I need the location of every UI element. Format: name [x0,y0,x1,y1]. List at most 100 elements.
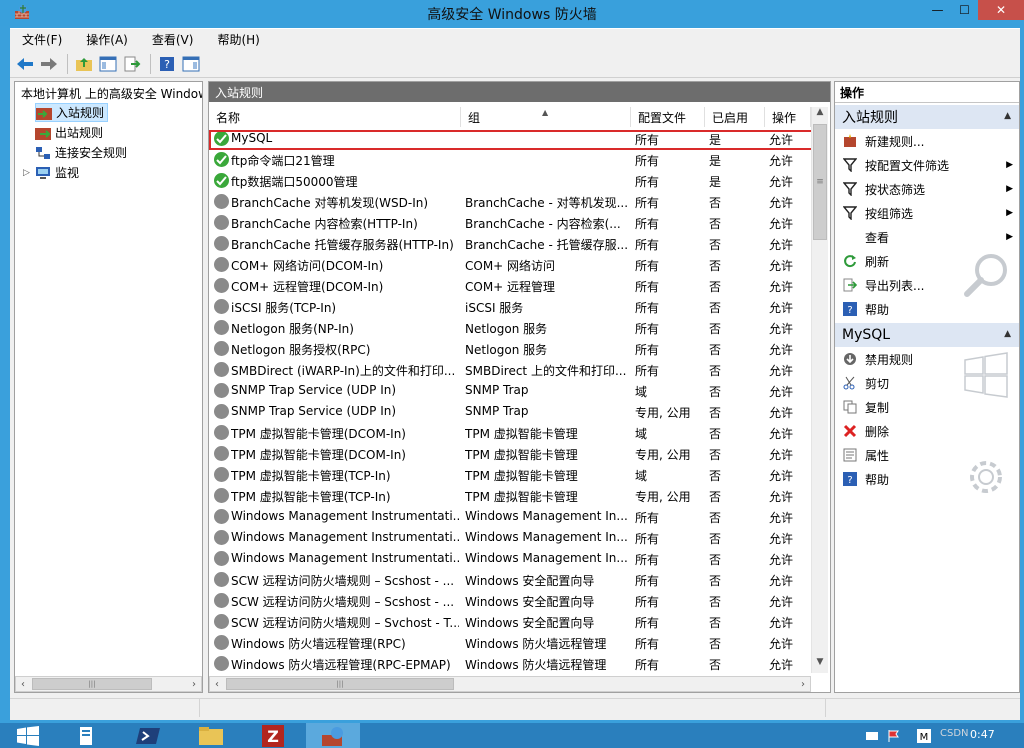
taskbar-file-explorer[interactable] [186,723,236,748]
table-row[interactable]: TPM 虚拟智能卡管理(TCP-In) TPM 虚拟智能卡管理 专用, 公用 否 允许 [209,485,812,506]
tray-network-icon[interactable] [864,723,880,748]
scroll-right-icon[interactable]: › [796,679,810,690]
column-header-action[interactable]: 操作 [765,107,811,127]
action-item-label: 新建规则... [865,134,925,149]
table-row[interactable]: COM+ 网络访问(DCOM-In) COM+ 网络访问 所有 否 允许 [209,254,812,275]
table-row[interactable]: Windows Management Instrumentati... Windo… [209,548,812,569]
tray-flag-icon[interactable] [886,723,902,748]
rule-disabled-icon [214,320,229,335]
table-row[interactable]: BranchCache 内容检索(HTTP-In) BranchCache - 内… [209,212,812,233]
scroll-left-icon[interactable]: ‹ [210,679,224,690]
action-item[interactable]: 复制 [835,395,1019,419]
rule-name-cell: SCW 远程访问防火墙规则 – Svchost - T... [231,616,459,630]
rule-profile-cell: 所有 [635,637,660,651]
title-bar: 高级安全 Windows 防火墙 — ☐ ✕ [0,0,1024,26]
actions-section-inbound[interactable]: 入站规则 ▲ [835,105,1019,129]
table-row[interactable]: Windows 防火墙远程管理(RPC-EPMAP) Windows 防火墙远程管… [209,653,812,674]
rule-enabled-cell: 否 [709,469,722,483]
column-header-name[interactable]: 名称 [209,107,461,127]
show-hide-tree-icon[interactable] [97,53,119,75]
rules-horizontal-scrollbar[interactable]: ‹ ||| › [209,676,811,692]
scroll-down-icon[interactable]: ▼ [812,657,828,673]
column-header-profile[interactable]: 配置文件 [631,107,705,127]
rule-name-cell: Windows Management Instrumentati... [231,551,459,565]
tree-item-inbound-rules[interactable]: 入站规则 [35,103,109,122]
table-row[interactable]: Windows 防火墙远程管理(RPC) Windows 防火墙远程管理 所有 否 允许 [209,632,812,653]
table-row[interactable]: Netlogon 服务(NP-In) Netlogon 服务 所有 否 允许 [209,317,812,338]
taskbar-powershell[interactable] [124,723,174,748]
close-button[interactable]: ✕ [978,0,1024,20]
column-header-enabled[interactable]: 已启用 [705,107,765,127]
menu-action[interactable]: 操作(A) [74,31,140,48]
action-item-label: 禁用规则 [865,352,914,367]
scroll-right-icon[interactable]: › [187,679,201,690]
table-row[interactable]: SCW 远程访问防火墙规则 – Scshost - ... Windows 安全配… [209,590,812,611]
show-action-pane-icon[interactable] [180,53,202,75]
table-row[interactable]: SNMP Trap Service (UDP In) SNMP Trap 专用, 公… [209,401,812,422]
svg-text:?: ? [847,475,852,486]
table-row[interactable]: TPM 虚拟智能卡管理(DCOM-In) TPM 虚拟智能卡管理 专用, 公用 否 允许 [209,443,812,464]
table-row[interactable]: BranchCache 对等机发现(WSD-In) BranchCache - 对… [209,191,812,212]
action-item[interactable]: 按组筛选 ▶ [835,201,1019,225]
action-item[interactable]: ? 帮助 [835,297,1019,321]
tree-horizontal-scrollbar[interactable]: ‹ ||| › [15,676,202,692]
menu-view[interactable]: 查看(V) [140,31,206,48]
rule-enabled-cell: 否 [709,280,722,294]
filezilla-icon: Z [262,724,284,747]
tree-root[interactable]: 本地计算机 上的高级安全 Windows [17,84,202,102]
rule-action-cell: 允许 [769,364,794,378]
taskbar-server-manager[interactable] [62,723,112,748]
forward-icon[interactable] [38,53,60,75]
action-item[interactable]: 删除 [835,419,1019,443]
scroll-up-icon[interactable]: ▲ [812,107,828,123]
rule-enabled-cell: 否 [709,196,722,210]
menu-help[interactable]: 帮助(H) [205,31,271,48]
actions-section-selected-rule[interactable]: MySQL ▲ [835,323,1019,347]
collapse-icon[interactable]: ▲ [1004,329,1011,339]
table-row[interactable]: ftp命令端口21管理 所有 是 允许 [209,149,812,170]
table-row[interactable]: SMBDirect (iWARP-In)上的文件和打印... SMBDirect … [209,359,812,380]
action-item[interactable]: 新建规则... [835,129,1019,153]
rule-group-cell: Windows 安全配置向导 [465,616,595,630]
action-item[interactable]: 按状态筛选 ▶ [835,177,1019,201]
status-segment [10,699,200,717]
tree-item-outbound-rules[interactable]: 出站规则 [35,123,103,142]
table-row[interactable]: Windows Management Instrumentati... Windo… [209,527,812,548]
scroll-left-icon[interactable]: ‹ [16,679,30,690]
tree-item-monitoring[interactable]: 监视 [35,163,79,182]
start-button[interactable] [8,723,48,748]
table-row[interactable]: iSCSI 服务(TCP-In) iSCSI 服务 所有 否 允许 [209,296,812,317]
expand-arrow-icon[interactable]: ▷ [23,168,30,178]
taskbar-firewall-active[interactable] [306,723,360,748]
collapse-icon[interactable]: ▲ [1004,111,1011,121]
export-list-icon[interactable] [121,53,143,75]
tray-ime-icon[interactable]: M [916,723,932,748]
toolbar: ? [10,50,1020,78]
back-icon[interactable] [14,53,36,75]
scroll-thumb[interactable]: ||| [226,678,454,690]
table-row[interactable]: Netlogon 服务授权(RPC) Netlogon 服务 所有 否 允许 [209,338,812,359]
rule-name-cell: SMBDirect (iWARP-In)上的文件和打印... [231,364,456,378]
taskbar-filezilla[interactable]: Z [248,723,298,748]
action-item[interactable]: 查看 ▶ [835,225,1019,249]
rules-vertical-scrollbar[interactable]: ▲ ≡ ▼ [811,107,828,673]
action-item-label: 刷新 [865,254,890,269]
table-row[interactable]: TPM 虚拟智能卡管理(DCOM-In) TPM 虚拟智能卡管理 域 否 允许 [209,422,812,443]
table-row[interactable]: COM+ 远程管理(DCOM-In) COM+ 远程管理 所有 否 允许 [209,275,812,296]
maximize-button[interactable]: ☐ [951,0,978,20]
table-row[interactable]: Windows Management Instrumentati... Windo… [209,506,812,527]
table-row[interactable]: TPM 虚拟智能卡管理(TCP-In) TPM 虚拟智能卡管理 域 否 允许 [209,464,812,485]
table-row[interactable]: SNMP Trap Service (UDP In) SNMP Trap 域 否 允许 [209,380,812,401]
table-row[interactable]: SCW 远程访问防火墙规则 – Scshost - ... Windows 安全配… [209,569,812,590]
scroll-thumb[interactable]: ||| [32,678,152,690]
minimize-button[interactable]: — [924,0,951,20]
menu-file[interactable]: 文件(F) [10,31,74,48]
tree-item-connection-security-rules[interactable]: 连接安全规则 [35,143,127,162]
table-row[interactable]: BranchCache 托管缓存服务器(HTTP-In) BranchCache … [209,233,812,254]
help-icon[interactable]: ? [156,53,178,75]
up-folder-icon[interactable] [73,53,95,75]
table-row[interactable]: ftp数据端口50000管理 所有 是 允许 [209,170,812,191]
action-item[interactable]: 按配置文件筛选 ▶ [835,153,1019,177]
table-row[interactable]: SCW 远程访问防火墙规则 – Svchost - T... Windows 安全… [209,611,812,632]
scroll-thumb[interactable]: ≡ [813,124,827,240]
